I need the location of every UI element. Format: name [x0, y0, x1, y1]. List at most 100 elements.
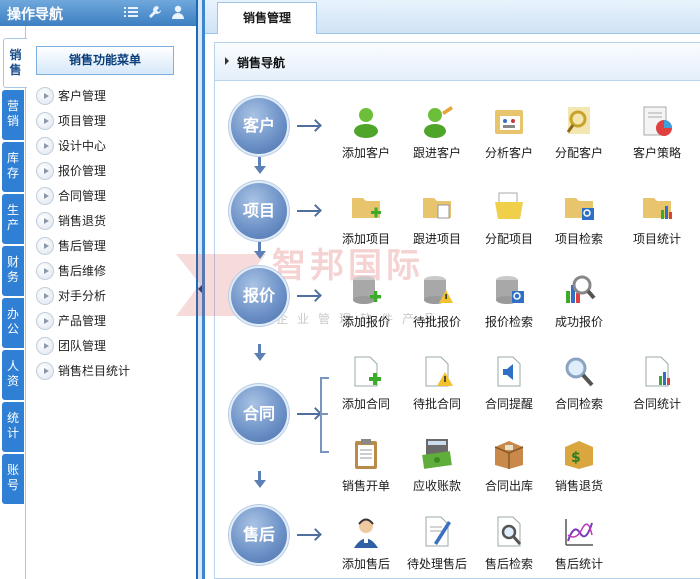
menu-item-label: 合同管理: [58, 189, 107, 203]
category-customer[interactable]: 客户: [231, 98, 287, 154]
action-label: 合同统计: [632, 397, 681, 411]
action-label: 跟进客户: [412, 146, 461, 160]
action-pending-quote[interactable]: 待批报价: [403, 273, 471, 330]
play-bullet-icon: [36, 312, 54, 330]
action-success-quote[interactable]: 成功报价: [545, 273, 613, 330]
menu-item-contract[interactable]: 合同管理: [36, 186, 186, 211]
doc-search-icon: [497, 516, 522, 547]
action-contract-reminder[interactable]: 合同提醒: [475, 355, 543, 412]
menu-item-competitor[interactable]: 对手分析: [36, 286, 186, 311]
vtab-statistics[interactable]: 统计: [2, 402, 24, 452]
action-assign-customer[interactable]: 分配客户: [545, 104, 613, 161]
category-project[interactable]: 项目: [231, 183, 287, 239]
menu-list: 客户管理 项目管理 设计中心 报价管理 合同管理 销售退货 售后管理 售后维修 …: [36, 86, 186, 386]
menu-item-quote[interactable]: 报价管理: [36, 161, 186, 186]
play-bullet-icon: [36, 137, 54, 155]
action-add-project[interactable]: 添加项目: [332, 190, 400, 247]
triangle-right-icon: [225, 57, 229, 65]
menu-item-team[interactable]: 团队管理: [36, 336, 186, 361]
menu-item-aftersales[interactable]: 售后管理: [36, 236, 186, 261]
database-search-icon: [496, 276, 524, 304]
action-receivables[interactable]: 应收账款: [403, 437, 471, 494]
vtab-account[interactable]: 账号: [2, 454, 24, 504]
action-label: 合同检索: [554, 397, 603, 411]
flow-shaft: [258, 157, 261, 166]
action-follow-customer[interactable]: 跟进客户: [403, 104, 471, 161]
menu-item-repair[interactable]: 售后维修: [36, 261, 186, 286]
menu-item-label: 产品管理: [58, 314, 107, 328]
action-search-aftersales[interactable]: 售后检索: [475, 515, 543, 572]
vtab-sales[interactable]: 销售: [3, 38, 27, 88]
play-bullet-icon: [36, 187, 54, 205]
menu-item-project[interactable]: 项目管理: [36, 111, 186, 136]
action-project-stats[interactable]: 项目统计: [623, 190, 691, 247]
action-sales-order[interactable]: 销售开单: [332, 437, 400, 494]
action-label: 成功报价: [554, 315, 603, 329]
box-icon: [494, 441, 524, 469]
menu-item-label: 销售栏目统计: [58, 364, 131, 378]
play-bullet-icon: [36, 112, 54, 130]
vtab-inventory[interactable]: 库存: [2, 142, 24, 192]
action-contract-outbound[interactable]: 合同出库: [475, 437, 543, 494]
folder-add-icon: [352, 198, 381, 218]
user-icon[interactable]: [171, 5, 185, 19]
vtab-finance[interactable]: 财务: [2, 246, 24, 296]
right-arrow-icon: [297, 125, 319, 127]
wrench-icon[interactable]: [148, 5, 162, 19]
action-aftersales-stats[interactable]: 售后统计: [545, 515, 613, 572]
list-icon[interactable]: [124, 5, 138, 19]
menu-item-product[interactable]: 产品管理: [36, 311, 186, 336]
menu-item-customer[interactable]: 客户管理: [36, 86, 186, 111]
action-label: 添加报价: [341, 315, 390, 329]
vtab-label: 人资: [6, 359, 19, 388]
action-search-project[interactable]: 项目检索: [545, 190, 613, 247]
menu-item-sales-return[interactable]: 销售退货: [36, 211, 186, 236]
action-label: 添加客户: [341, 146, 390, 160]
vtab-production[interactable]: 生产: [2, 194, 24, 244]
action-contract-stats[interactable]: 合同统计: [623, 355, 691, 412]
action-label: 项目统计: [632, 232, 681, 246]
chart-magnifier-icon: [566, 275, 596, 303]
action-add-quote[interactable]: 添加报价: [332, 273, 400, 330]
action-label: 应收账款: [412, 479, 461, 493]
down-arrow-icon: [253, 480, 266, 488]
down-arrow-icon: [253, 353, 266, 361]
action-add-customer[interactable]: 添加客户: [332, 104, 400, 161]
folder-open-icon: [495, 192, 523, 219]
nav-body: 销售 营销 库存 生产 财务 办公 人资 统计 账号 销售功能菜单 客户管理 项…: [0, 26, 196, 579]
vtab-label: 营销: [6, 99, 19, 128]
database-warning-icon: [424, 276, 453, 304]
action-pending-contract[interactable]: 待批合同: [403, 355, 471, 412]
action-analyze-customer[interactable]: 分析客户: [475, 104, 543, 161]
action-sales-return[interactable]: $ 销售退货: [545, 437, 613, 494]
action-search-quote[interactable]: 报价检索: [475, 273, 543, 330]
action-search-contract[interactable]: 合同检索: [545, 355, 613, 412]
menu-item-label: 团队管理: [58, 339, 107, 353]
folder-chart-icon: [643, 198, 672, 219]
category-contract[interactable]: 合同: [231, 386, 287, 442]
menu-item-design[interactable]: 设计中心: [36, 136, 186, 161]
category-aftersales[interactable]: 售后: [231, 507, 287, 563]
play-bullet-icon: [36, 262, 54, 280]
vtab-office[interactable]: 办公: [2, 298, 24, 348]
tab-sales-management[interactable]: 销售管理: [217, 2, 317, 34]
category-quote[interactable]: 报价: [231, 268, 287, 324]
action-add-contract[interactable]: 添加合同: [332, 355, 400, 412]
action-label: 报价检索: [484, 315, 533, 329]
action-pending-aftersales[interactable]: 待处理售后: [403, 515, 471, 572]
action-assign-project[interactable]: 分配项目: [475, 190, 543, 247]
doc-pen-icon: [425, 516, 451, 547]
action-customer-strategy[interactable]: 客户策略: [623, 104, 691, 161]
action-label: 添加合同: [341, 397, 390, 411]
action-follow-project[interactable]: 跟进项目: [403, 190, 471, 247]
action-label: 跟进项目: [412, 232, 461, 246]
vtab-hr[interactable]: 人资: [2, 350, 24, 400]
menu-item-label: 售后管理: [58, 239, 107, 253]
action-add-aftersales[interactable]: 添加售后: [332, 515, 400, 572]
doc-chart-icon: [645, 356, 670, 387]
cash-box-icon: $: [565, 441, 593, 469]
vertical-tabs: 销售 营销 库存 生产 财务 办公 人资 统计 账号: [0, 26, 27, 579]
panel-title: 销售导航: [237, 56, 286, 70]
menu-item-stats[interactable]: 销售栏目统计: [36, 361, 186, 386]
vtab-marketing[interactable]: 营销: [2, 90, 24, 140]
